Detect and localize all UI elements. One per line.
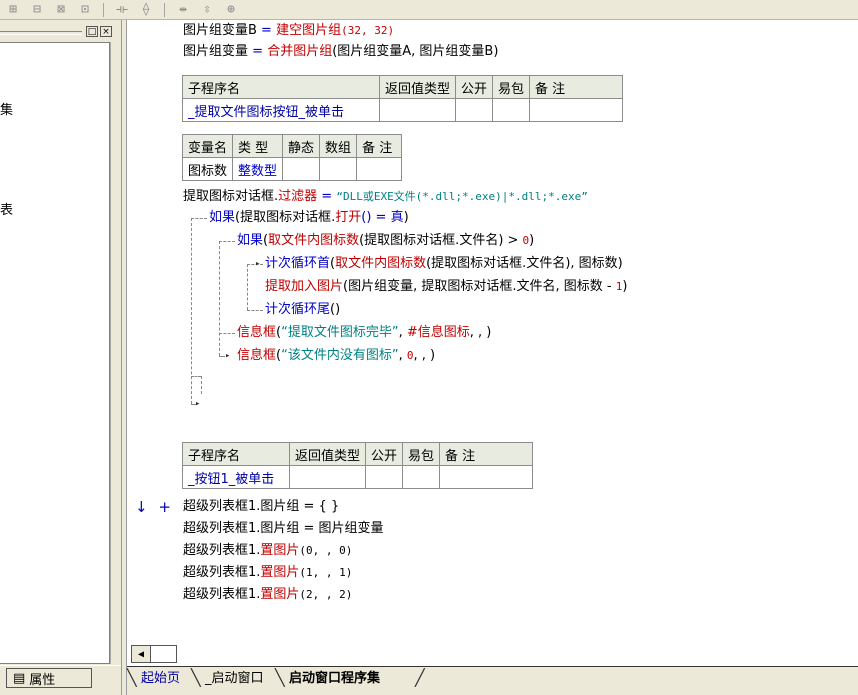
toolbar-separator — [164, 2, 165, 17]
align-top-icon[interactable]: ⊠ — [52, 2, 70, 18]
table-cell[interactable] — [282, 157, 321, 181]
header-cell: 备 注 — [529, 75, 624, 99]
line-margin: ↓ + — [135, 498, 171, 516]
header-cell: 子程序名 — [182, 442, 290, 466]
header-cell: 类 型 — [232, 134, 284, 158]
titlebar-grip — [0, 31, 82, 35]
scroll-track[interactable] — [151, 645, 177, 663]
document-tabs: ╲ 起始页 ╲ _启动窗口 ╲ 启动窗口程序集 ╱ — [127, 666, 858, 695]
table-cell[interactable] — [288, 465, 367, 489]
code-line[interactable]: 信息框(“该文件内没有图标”, 0, , ) — [237, 347, 435, 365]
table-cell[interactable] — [365, 465, 404, 489]
flow-guide — [219, 241, 220, 356]
flow-arrow-icon: ▸ — [255, 259, 261, 269]
code-line[interactable]: 提取加入图片(图片组变量, 提取图标对话框.文件名, 图标数 - 1) — [265, 278, 627, 296]
code-editor[interactable]: 图片组变量B = 建空图片组(32, 32) 图片组变量 = 合并图片组(图片组… — [127, 20, 858, 645]
project-tree[interactable]: 集 表 — [0, 42, 110, 664]
code-line[interactable]: 图片组变量 = 合并图片组(图片组变量A, 图片组变量B) — [183, 43, 498, 61]
header-cell: 公开 — [455, 75, 494, 99]
flow-arrow-icon: ▸ — [195, 399, 201, 409]
close-button[interactable]: × — [100, 26, 112, 37]
header-cell: 易包 — [402, 442, 441, 466]
flow-guide — [201, 376, 202, 394]
code-line[interactable]: 提取图标对话框.过滤器 = “DLL或EXE文件(*.dll;*.exe)|*.… — [183, 188, 588, 206]
code-line[interactable]: 如果(取文件内图标数(提取图标对话框.文件名) > 0) — [237, 232, 534, 250]
code-line[interactable]: 超级列表框1.置图片(2, , 2) — [183, 586, 352, 604]
table-cell[interactable] — [455, 98, 494, 122]
header-cell: 返回值类型 — [288, 442, 367, 466]
header-cell: 静态 — [282, 134, 321, 158]
property-tab-label: 属性 — [29, 672, 56, 688]
align-center-icon[interactable]: ⊟ — [28, 2, 46, 18]
table-cell[interactable] — [439, 465, 534, 489]
table-cell[interactable]: 图标数 — [181, 157, 234, 181]
align-middle-icon[interactable]: ⊡ — [76, 2, 94, 18]
property-icon: ▤ — [13, 670, 26, 686]
header-cell: 易包 — [492, 75, 531, 99]
code-line[interactable]: 计次循环尾() — [265, 301, 340, 319]
subroutine-name-cell[interactable]: _按钮1_被单击 — [182, 465, 290, 489]
tree-item[interactable]: 集 — [0, 99, 13, 118]
panel-tabbar: ▤ 属性 — [0, 666, 121, 695]
panel-scrollbar[interactable] — [110, 42, 121, 664]
tab-startup-window-module[interactable]: 启动窗口程序集 — [281, 669, 388, 689]
same-height-icon[interactable]: ⇳ — [198, 2, 216, 18]
subroutine-table[interactable]: 子程序名 返回值类型 公开 易包 备 注 _按钮1_被单击 — [182, 442, 534, 489]
distribute-v-icon[interactable]: ⟠ — [137, 2, 155, 18]
header-cell: 备 注 — [356, 134, 403, 158]
table-cell[interactable] — [402, 465, 441, 489]
table-cell[interactable] — [356, 157, 403, 181]
tree-item[interactable]: 表 — [0, 199, 13, 218]
header-cell: 备 注 — [439, 442, 534, 466]
header-cell: 子程序名 — [182, 75, 380, 99]
header-cell: 数组 — [319, 134, 358, 158]
table-cell[interactable] — [529, 98, 624, 122]
subroutine-name-cell[interactable]: _提取文件图标按钮_被单击 — [182, 98, 380, 122]
table-cell[interactable] — [319, 157, 358, 181]
flow-guide — [247, 264, 248, 310]
code-line[interactable]: 计次循环首(取文件内图标数(提取图标对话框.文件名), 图标数) — [265, 255, 623, 273]
distribute-h-icon[interactable]: ⟛ — [113, 2, 131, 18]
same-width-icon[interactable]: ⇹ — [174, 2, 192, 18]
flow-guide — [219, 241, 235, 242]
header-cell: 公开 — [365, 442, 404, 466]
horizontal-scrollbar[interactable]: ◀ — [127, 645, 858, 666]
flow-guide — [191, 376, 201, 377]
code-line[interactable]: 超级列表框1.置图片(1, , 1) — [183, 564, 352, 582]
arrow-left-icon: ◀ — [137, 648, 145, 660]
property-tab[interactable]: ▤ 属性 — [6, 668, 92, 688]
subroutine-table[interactable]: 子程序名 返回值类型 公开 易包 备 注 _提取文件图标按钮_被单击 — [182, 75, 624, 122]
flow-guide — [219, 333, 235, 334]
flow-guide — [247, 310, 263, 311]
current-line-arrow-icon: ↓ — [135, 498, 148, 516]
header-cell: 返回值类型 — [378, 75, 457, 99]
code-line[interactable]: 如果(提取图标对话框.打开() = 真) — [209, 209, 409, 227]
code-line[interactable]: 超级列表框1.置图片(0, , 0) — [183, 542, 352, 560]
table-cell[interactable] — [492, 98, 531, 122]
expand-plus-icon[interactable]: + — [158, 498, 171, 516]
flow-guide — [191, 218, 207, 219]
variable-table[interactable]: 变量名 类 型 静态 数组 备 注 图标数 整数型 — [181, 134, 403, 181]
align-left-icon[interactable]: ⊞ — [4, 2, 22, 18]
tab-start-page[interactable]: 起始页 — [133, 669, 188, 689]
tab-divider: ╱ — [415, 668, 425, 687]
table-cell[interactable] — [378, 98, 457, 122]
panel-titlebar: □ × — [0, 26, 118, 38]
layout-toolbar: ⊞ ⊟ ⊠ ⊡ ⟛ ⟠ ⇹ ⇳ ⊕ — [0, 0, 858, 20]
same-size-icon[interactable]: ⊕ — [222, 2, 240, 18]
scroll-left-button[interactable]: ◀ — [131, 645, 151, 663]
table-cell[interactable]: 整数型 — [232, 157, 284, 181]
code-line[interactable]: 信息框(“提取文件图标完毕”, #信息图标, , ) — [237, 324, 491, 342]
tab-startup-window[interactable]: _启动窗口 — [197, 669, 272, 689]
code-line[interactable]: 超级列表框1.图片组 = 图片组变量 — [183, 520, 384, 538]
toolbar-separator — [103, 2, 104, 17]
minimize-button[interactable]: □ — [86, 26, 98, 37]
flow-arrow-icon: ▸ — [225, 351, 231, 361]
project-panel: □ × 集 表 — [0, 20, 121, 665]
code-line[interactable]: 图片组变量B = 建空图片组(32, 32) — [183, 22, 394, 40]
header-cell: 变量名 — [181, 134, 234, 158]
code-line-current[interactable]: 超级列表框1.图片组 = { } — [183, 498, 339, 516]
